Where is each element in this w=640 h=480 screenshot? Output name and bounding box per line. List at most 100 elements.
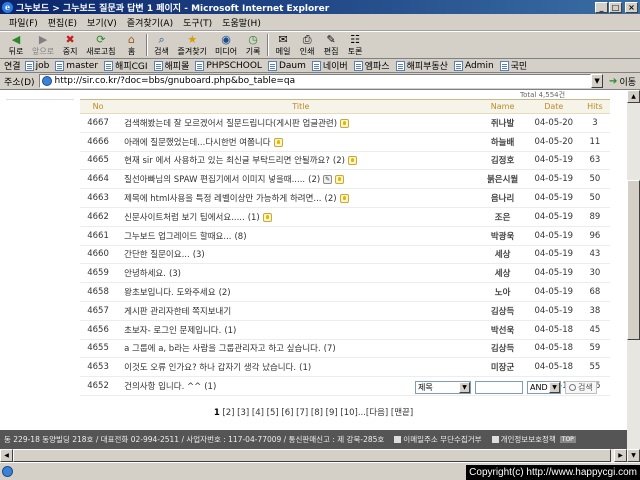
top-button[interactable]: TOP <box>559 436 576 443</box>
row-author[interactable]: 하늘배 <box>477 132 528 152</box>
row-author[interactable]: 미장군 <box>477 357 528 378</box>
row-no: 4653 <box>80 357 117 378</box>
link-phpschool[interactable]: PHPSCHOOL <box>195 60 262 71</box>
minimize-button[interactable]: _ <box>595 1 608 13</box>
row-title-cell: 신문사이트처럼 보기 팁에서요..... (1) <box>116 207 478 227</box>
menu-tools[interactable]: 도구(T) <box>178 16 217 29</box>
vertical-scroll-thumb[interactable] <box>627 180 640 340</box>
search-submit-button[interactable]: 검색 <box>565 381 597 394</box>
row-author[interactable]: 김상득 <box>477 339 528 359</box>
scroll-down-button[interactable]: ▼ <box>627 449 640 462</box>
post-title-link[interactable]: 왕초보입니다. 도와주세요 <box>124 288 215 298</box>
post-title-link[interactable]: 이것도 오류 인가요? 하나 갑자기 생각 났습니다. <box>124 363 296 373</box>
post-title-link[interactable]: 신문사이트처럼 보기 팁에서요..... <box>124 213 245 223</box>
link-job[interactable]: job <box>24 60 49 71</box>
footer-privacy-link[interactable]: 개인정보보호정책 <box>491 434 556 445</box>
post-title-link[interactable]: 건의사항 입니다. ^^ <box>124 382 201 392</box>
history-button[interactable]: ◷ 기록 <box>241 32 265 58</box>
post-title-link[interactable]: 제목에 html사용을 특정 레벨이상만 가능하게 하려면... <box>124 194 321 204</box>
search-field-value: 제목 <box>418 383 433 392</box>
row-author[interactable]: 세상 <box>477 263 528 284</box>
scroll-left-button[interactable]: ◀ <box>0 449 13 462</box>
address-url: http://sir.co.kr/?doc=bbs/gnuboard.php&b… <box>54 76 296 86</box>
stop-button[interactable]: ✖ 중지 <box>58 32 82 58</box>
mail-icon <box>394 436 402 443</box>
home-button[interactable]: ⌂ 홈 <box>120 32 144 58</box>
post-title-link[interactable]: 질선아빠님의 SPAW 편집기에서 이미지 넣을때..... <box>124 175 305 185</box>
lightbulb-icon <box>339 194 349 204</box>
horizontal-scrollbar[interactable]: ◀ ▶ <box>0 449 627 462</box>
printer-icon: ⎙ <box>302 33 312 46</box>
search-button[interactable]: ⌕ 검색 <box>150 32 174 58</box>
row-author[interactable]: 음나리 <box>477 188 528 208</box>
table-row: 4655 a 그룹에 a, b라는 사람을 그룹관리자고 하고 싶습니다. (7) 김… <box>80 339 610 359</box>
comment-count: (2) <box>332 156 345 167</box>
media-button[interactable]: ◉ 미디어 <box>211 32 241 58</box>
post-title-link[interactable]: 현재 sir 에서 사용하고 있는 최신글 부탁드리면 안될까요? <box>124 156 330 166</box>
go-button[interactable]: ➔ 이동 <box>609 75 636 88</box>
post-title-link[interactable]: 안녕하세요. <box>124 269 166 279</box>
row-author[interactable]: 박광욱 <box>477 226 528 246</box>
search-operator-select[interactable]: AND ▼ <box>527 381 561 394</box>
close-button[interactable]: × <box>625 1 638 13</box>
menu-favorites[interactable]: 즐겨찾기(A) <box>122 16 178 29</box>
print-button[interactable]: ⎙ 인쇄 <box>295 32 319 58</box>
horizontal-scroll-thumb[interactable] <box>13 449 611 462</box>
globe-icon <box>2 466 13 477</box>
media-icon: ◉ <box>221 33 231 46</box>
forward-button[interactable]: ▶ 앞으로 <box>28 32 58 58</box>
menu-help[interactable]: 도움말(H) <box>217 16 266 29</box>
row-author[interactable]: 김정호 <box>477 151 528 171</box>
post-title-link[interactable]: a 그룹에 a, b라는 사람을 그룹관리자고 하고 싶습니다. <box>124 344 321 354</box>
menu-file[interactable]: 파일(F) <box>4 16 43 29</box>
scroll-up-button[interactable]: ▲ <box>627 90 640 103</box>
table-row: 4660 간단한 질문이요... (3) 세상 04-05-19 43 <box>80 245 610 265</box>
edit-button[interactable]: ✎ 편집 <box>319 32 343 58</box>
link-daum[interactable]: Daum <box>267 60 306 71</box>
mail-button[interactable]: ✉ 메일 <box>271 32 295 58</box>
menu-edit[interactable]: 편집(E) <box>43 16 82 29</box>
link-kookmin[interactable]: 국민 <box>499 59 527 72</box>
row-title-cell: 그누보드 업그레이드 할때요... (8) <box>116 226 478 246</box>
header-no: No <box>80 99 117 114</box>
row-author[interactable]: 세상 <box>477 245 528 265</box>
discuss-icon: ☷ <box>350 33 361 46</box>
post-title-link[interactable]: 게시판 관리자한테 쪽지보내기 <box>124 307 231 317</box>
post-title-link[interactable]: 아래에 질문했었는데...다시한번 여쭙니다 <box>124 138 270 148</box>
maximize-button[interactable]: □ <box>609 1 622 13</box>
row-author[interactable]: 조은 <box>477 207 528 227</box>
row-author[interactable]: 박선욱 <box>477 320 528 340</box>
link-empas[interactable]: 엠파스 <box>353 59 390 72</box>
search-input[interactable] <box>475 381 523 394</box>
post-title-link[interactable]: 초보자- 로그인 문제입니다. <box>124 326 221 336</box>
scroll-right-button[interactable]: ▶ <box>614 449 627 462</box>
menu-view[interactable]: 보기(V) <box>82 16 122 29</box>
post-title-link[interactable]: 그누보드 업그레이드 할때요... <box>124 232 231 242</box>
footer-email-link[interactable]: 이메일주소 무단수집거부 <box>394 434 482 445</box>
address-input[interactable]: http://sir.co.kr/?doc=bbs/gnuboard.php&b… <box>38 74 592 88</box>
refresh-button[interactable]: ⟳ 새로고침 <box>82 32 119 58</box>
row-author[interactable]: 김상득 <box>477 301 528 321</box>
row-author[interactable]: 쥐나발 <box>477 113 528 133</box>
address-dropdown-button[interactable]: ▼ <box>591 74 604 88</box>
back-button[interactable]: ◀ 뒤로 <box>4 32 28 58</box>
row-date: 04-05-19 <box>527 169 580 190</box>
row-author[interactable]: 붉은시월 <box>477 169 528 190</box>
link-happycgi[interactable]: 해피CGI <box>104 59 148 72</box>
link-naver[interactable]: 네이버 <box>311 59 348 72</box>
toolbar-separator <box>267 34 270 56</box>
post-title-link[interactable]: 검색해봤는데 잘 모르겠어서 질문드립니다(게시판 업글관련) <box>124 119 337 129</box>
page-links[interactable]: [2] [3] [4] [5] [6] [7] [8] [9] [10]...[… <box>222 408 413 418</box>
row-title-cell: 안녕하세요. (3) <box>116 263 478 284</box>
discuss-button[interactable]: ☷ 토론 <box>343 32 367 58</box>
link-happymall[interactable]: 해피몰 <box>153 59 189 72</box>
vertical-scrollbar[interactable]: ▲ ▼ <box>627 90 640 462</box>
favorites-button[interactable]: ★ 즐겨찾기 <box>174 32 211 58</box>
link-happy-realestate[interactable]: 해피부동산 <box>395 59 448 72</box>
row-author[interactable]: 노아 <box>477 282 528 302</box>
table-row: 4667 검색해봤는데 잘 모르겠어서 질문드립니다(게시판 업글관련) 쥐나발 04… <box>80 113 610 133</box>
search-field-select[interactable]: 제목 ▼ <box>415 381 471 394</box>
link-master[interactable]: master <box>55 60 98 71</box>
post-title-link[interactable]: 간단한 질문이요... <box>124 250 190 260</box>
link-admin[interactable]: Admin <box>453 60 494 71</box>
